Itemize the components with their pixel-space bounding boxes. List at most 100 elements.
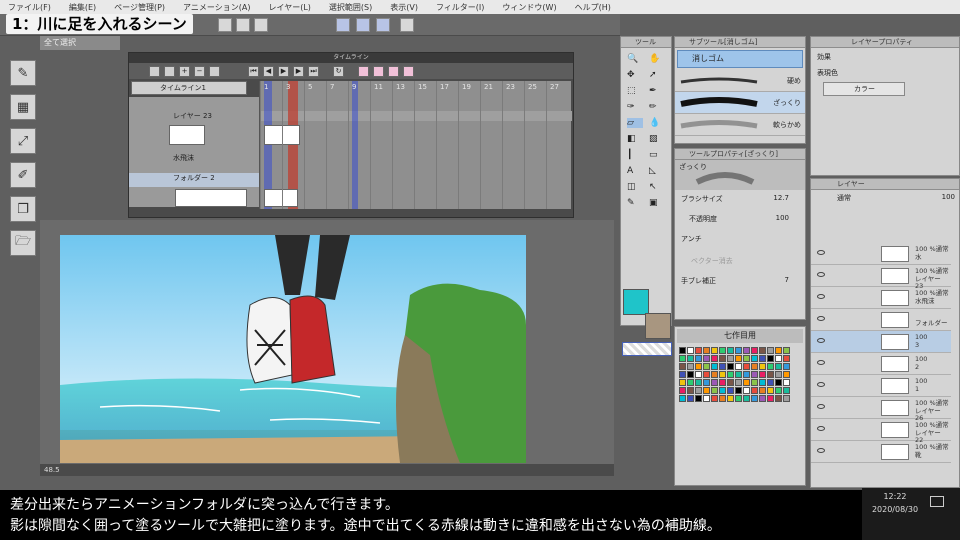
line-fix-tool-icon[interactable]: ↖ — [649, 182, 665, 192]
color-swatch[interactable] — [719, 395, 726, 402]
color-swatch[interactable] — [767, 355, 774, 362]
color-swatch[interactable] — [743, 395, 750, 402]
transform-icon[interactable] — [254, 18, 268, 32]
figure-tool-icon[interactable]: ┃ — [627, 150, 643, 160]
first-frame-icon[interactable]: ⏮ — [248, 65, 259, 77]
layer-row[interactable]: 100 1 — [811, 375, 951, 397]
gradient-tool-icon[interactable]: ▨ — [649, 134, 665, 144]
ruler-tool-icon[interactable]: ▭ — [649, 150, 665, 160]
color-swatch[interactable] — [775, 371, 782, 378]
color-swatch[interactable] — [695, 363, 702, 370]
move-tool-icon[interactable]: ✥ — [627, 70, 643, 80]
save-icon[interactable] — [218, 18, 232, 32]
color-swatch[interactable] — [743, 371, 750, 378]
color-swatch[interactable] — [759, 371, 766, 378]
color-swatch[interactable] — [727, 355, 734, 362]
snap-icon[interactable] — [356, 18, 370, 32]
color-swatch[interactable] — [711, 387, 718, 394]
color-swatch[interactable] — [687, 363, 694, 370]
text-tool-icon[interactable]: A — [627, 166, 643, 176]
color-swatch[interactable] — [767, 379, 774, 386]
color-swatch[interactable] — [759, 355, 766, 362]
checker-tool-icon[interactable]: ▦ — [10, 94, 36, 120]
color-swatch[interactable] — [695, 371, 702, 378]
subtool-item[interactable]: 硬め — [675, 70, 805, 92]
color-swatch[interactable] — [719, 379, 726, 386]
zoom-level[interactable]: 48.5 — [44, 466, 60, 474]
menu-item[interactable]: 編集(E) — [69, 2, 96, 13]
color-swatch[interactable] — [743, 379, 750, 386]
cel-rename-icon[interactable] — [403, 65, 414, 77]
loop-icon[interactable]: ↻ — [333, 65, 344, 77]
color-swatch[interactable] — [767, 395, 774, 402]
timeline-select[interactable]: タイムライン1 — [131, 81, 247, 95]
color-swatch[interactable] — [783, 347, 790, 354]
color-swatch[interactable] — [783, 379, 790, 386]
color-swatch[interactable] — [695, 347, 702, 354]
new-cel-icon[interactable] — [164, 65, 175, 77]
menu-item[interactable]: 選択範囲(S) — [329, 2, 372, 13]
color-swatch[interactable] — [695, 379, 702, 386]
canvas-artwork[interactable] — [60, 235, 526, 463]
color-swatch[interactable] — [719, 355, 726, 362]
color-swatch[interactable] — [727, 371, 734, 378]
color-swatch[interactable] — [679, 363, 686, 370]
layer-row[interactable]: 100 %通常 レイヤー 22 — [811, 419, 951, 444]
eyedropper-tool-icon[interactable]: ✒ — [649, 86, 665, 96]
menu-item[interactable]: アニメーション(A) — [183, 2, 250, 13]
color-swatch[interactable] — [783, 355, 790, 362]
color-swatch[interactable] — [783, 363, 790, 370]
color-swatch[interactable] — [751, 379, 758, 386]
track-row[interactable]: レイヤー 23 — [129, 111, 259, 121]
color-swatch[interactable] — [759, 395, 766, 402]
layer-opacity-value[interactable]: 100 — [942, 193, 955, 201]
color-swatch[interactable] — [679, 387, 686, 394]
layout-icon[interactable] — [400, 18, 414, 32]
color-swatch[interactable] — [775, 395, 782, 402]
zoom-tool-icon[interactable]: 🔍 — [627, 54, 643, 64]
menu-item[interactable]: フィルター(I) — [436, 2, 484, 13]
color-swatch[interactable] — [751, 371, 758, 378]
color-swatch[interactable] — [767, 371, 774, 378]
color-swatch[interactable] — [759, 363, 766, 370]
cel-add-icon[interactable] — [373, 65, 384, 77]
color-swatch[interactable] — [711, 363, 718, 370]
new-frame-icon[interactable] — [149, 65, 160, 77]
color-swatch[interactable] — [711, 355, 718, 362]
antialias-row[interactable]: アンチ — [675, 230, 805, 252]
color-swatch[interactable] — [703, 371, 710, 378]
color-swatch[interactable] — [767, 363, 774, 370]
opacity-value[interactable]: 100 — [776, 214, 789, 222]
stamp-tool-icon[interactable]: ▣ — [649, 198, 665, 208]
brush-tool-icon[interactable]: ✎ — [10, 60, 36, 86]
color-swatch[interactable] — [719, 347, 726, 354]
color-swatch[interactable] — [751, 355, 758, 362]
color-swatch[interactable] — [775, 379, 782, 386]
color-swatch[interactable] — [679, 395, 686, 402]
select-tool-icon[interactable]: ⬚ — [627, 86, 643, 96]
color-swatch[interactable] — [727, 395, 734, 402]
play-icon[interactable]: ▶ — [278, 65, 289, 77]
color-swatch[interactable] — [751, 395, 758, 402]
color-swatch[interactable] — [687, 387, 694, 394]
color-swatch[interactable] — [727, 347, 734, 354]
color-swatch[interactable] — [727, 387, 734, 394]
color-swatch[interactable] — [783, 395, 790, 402]
menu-item[interactable]: ファイル(F) — [8, 2, 51, 13]
layer-row[interactable]: 100 %通常 レイヤー 23 — [811, 265, 951, 290]
layer-row[interactable]: 100 %通常 水飛沫 — [811, 287, 951, 309]
menu-item[interactable]: ヘルプ(H) — [575, 2, 611, 13]
vector-erase-row[interactable]: ベクター消去 — [675, 252, 805, 272]
cel-specify-icon[interactable] — [358, 65, 369, 77]
color-swatch[interactable] — [687, 347, 694, 354]
color-swatch[interactable] — [759, 347, 766, 354]
ruler-icon[interactable] — [336, 18, 350, 32]
color-swatch[interactable] — [711, 395, 718, 402]
pencil-tool-icon[interactable]: ✏ — [649, 102, 665, 112]
color-swatch[interactable] — [727, 363, 734, 370]
layer-row[interactable]: 100 3 — [811, 331, 951, 353]
visibility-eye-icon[interactable] — [817, 426, 825, 431]
menu-item[interactable]: レイヤー(L) — [268, 2, 310, 13]
folder-open-icon[interactable]: 🗁 — [10, 230, 36, 256]
notification-icon[interactable] — [930, 496, 944, 507]
